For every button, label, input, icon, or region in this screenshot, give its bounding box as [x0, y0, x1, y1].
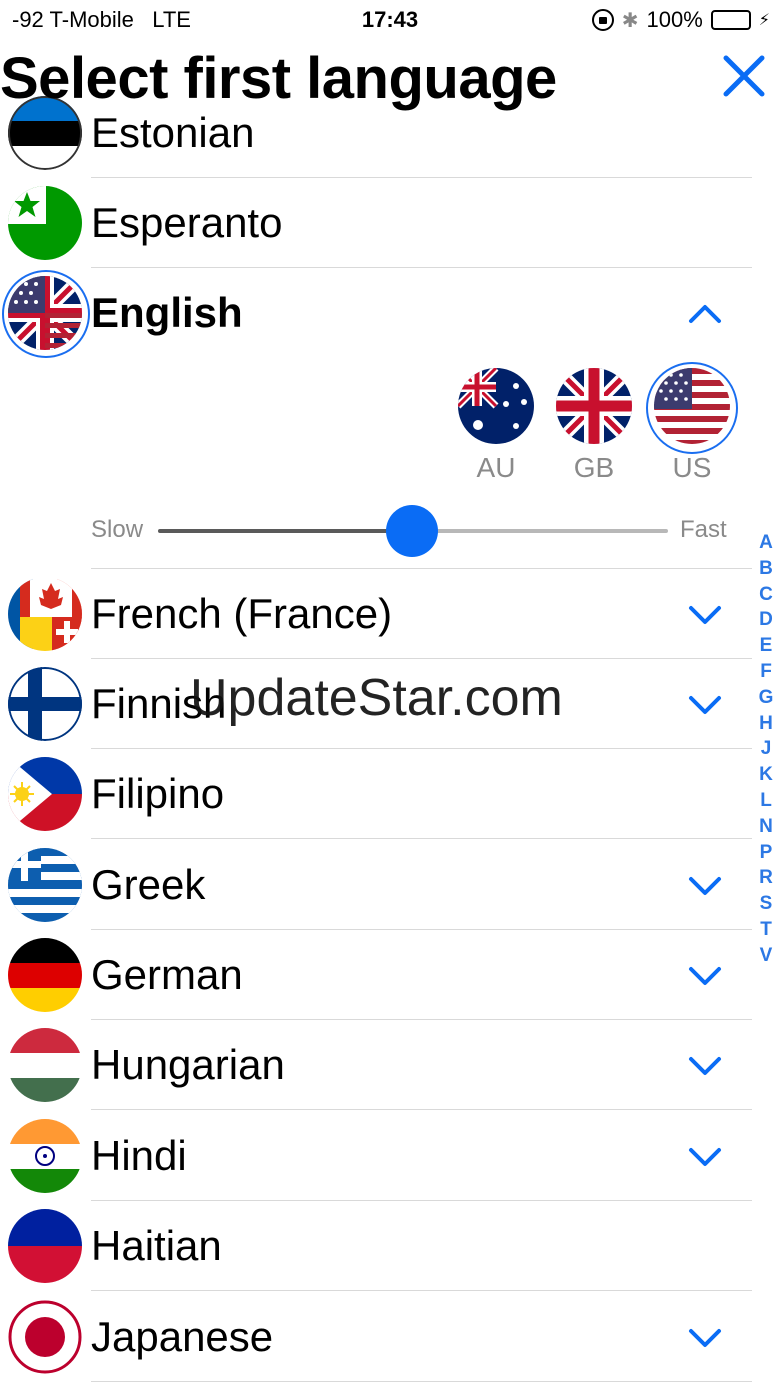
- chevron-up-icon[interactable]: [688, 301, 722, 325]
- speed-slider-thumb[interactable]: [386, 505, 438, 557]
- variant-us[interactable]: US: [646, 362, 738, 484]
- speed-slow-label: Slow: [91, 516, 144, 543]
- hindi-flag-icon: [8, 1119, 82, 1193]
- rotation-lock-icon: [591, 9, 614, 31]
- haitian-flag-icon: [8, 1209, 82, 1283]
- watermark: UpdateStar.com: [190, 669, 563, 727]
- language-label: German: [91, 951, 243, 998]
- separator: [91, 1290, 752, 1291]
- language-row-japanese[interactable]: Japanese: [0, 1292, 752, 1382]
- language-label: Hungarian: [91, 1041, 285, 1088]
- index-letter[interactable]: G: [754, 685, 778, 711]
- battery-percent: 100%: [646, 7, 703, 32]
- language-label: Haitian: [91, 1222, 222, 1269]
- index-letter[interactable]: K: [754, 762, 778, 788]
- alphabet-index[interactable]: A B C D E F G H J K L N P R S T V: [754, 530, 778, 969]
- separator: [91, 838, 752, 839]
- hungarian-flag-icon: [8, 1028, 82, 1102]
- french-flag-icon: [8, 577, 82, 651]
- index-letter[interactable]: F: [754, 659, 778, 685]
- index-letter[interactable]: P: [754, 840, 778, 866]
- speed-slider-track-min[interactable]: [158, 529, 412, 533]
- separator: [91, 1381, 752, 1382]
- language-row-hungarian[interactable]: Hungarian: [0, 1020, 752, 1110]
- filipino-flag-icon: [8, 757, 82, 831]
- index-letter[interactable]: N: [754, 814, 778, 840]
- language-row-english[interactable]: English: [0, 268, 752, 358]
- japanese-flag-icon: [8, 1300, 82, 1374]
- language-row-filipino[interactable]: Filipino: [0, 749, 752, 839]
- speed-fast-label: Fast: [680, 516, 727, 543]
- language-label: English: [91, 289, 243, 336]
- language-label: Esperanto: [91, 199, 283, 246]
- variant-au[interactable]: AU: [456, 368, 536, 484]
- chevron-down-icon[interactable]: [688, 1144, 722, 1168]
- greek-flag-icon: [8, 848, 82, 922]
- variant-label: US: [672, 452, 712, 483]
- battery-icon: [710, 10, 751, 30]
- chevron-down-icon[interactable]: [688, 1053, 722, 1077]
- status-bar: -92 T-Mobile LTE 17:43 ✱ 100% ⚡: [0, 0, 780, 40]
- finnish-flag-icon: [8, 667, 82, 741]
- chevron-down-icon[interactable]: [688, 692, 722, 716]
- variant-label: GB: [573, 452, 615, 483]
- status-icons: ✱ 100% ⚡: [591, 7, 770, 33]
- index-letter[interactable]: B: [754, 556, 778, 582]
- index-letter[interactable]: L: [754, 788, 778, 814]
- language-label: French (France): [91, 590, 393, 637]
- index-letter[interactable]: C: [754, 582, 778, 608]
- index-letter[interactable]: D: [754, 607, 778, 633]
- bluetooth-icon: ✱: [621, 9, 639, 32]
- language-row-esperanto[interactable]: Esperanto: [0, 178, 752, 268]
- selection-ring: [646, 362, 738, 454]
- chevron-down-icon[interactable]: [688, 963, 722, 987]
- uk-flag-icon: [556, 368, 632, 444]
- variant-gb[interactable]: GB: [554, 368, 634, 484]
- index-letter[interactable]: T: [754, 917, 778, 943]
- australia-flag-icon: [458, 368, 534, 444]
- chevron-down-icon[interactable]: [688, 602, 722, 626]
- german-flag-icon: [8, 938, 82, 1012]
- language-label: Hindi: [91, 1132, 187, 1179]
- esperanto-flag-icon: [8, 186, 82, 260]
- separator: [91, 1109, 752, 1110]
- close-icon[interactable]: [720, 52, 768, 100]
- index-letter[interactable]: V: [754, 943, 778, 969]
- chevron-down-icon[interactable]: [688, 873, 722, 897]
- chevron-down-icon[interactable]: [688, 1325, 722, 1349]
- page-title: Select first language: [0, 46, 557, 111]
- language-label: Greek: [91, 861, 206, 908]
- index-letter[interactable]: R: [754, 865, 778, 891]
- index-letter[interactable]: A: [754, 530, 778, 556]
- variant-label: AU: [476, 452, 516, 483]
- language-row-french[interactable]: French (France): [0, 569, 752, 659]
- language-row-greek[interactable]: Greek: [0, 840, 752, 930]
- language-row-german[interactable]: German: [0, 930, 752, 1020]
- language-label: Japanese: [91, 1313, 274, 1360]
- language-row-haitian[interactable]: Haitian: [0, 1201, 752, 1291]
- english-flag-icon: [8, 276, 82, 350]
- speed-slider-track-max[interactable]: [412, 529, 668, 533]
- index-letter[interactable]: E: [754, 633, 778, 659]
- index-letter[interactable]: H: [754, 711, 778, 737]
- index-letter[interactable]: J: [754, 736, 778, 762]
- index-letter[interactable]: S: [754, 891, 778, 917]
- language-row-hindi[interactable]: Hindi: [0, 1111, 752, 1201]
- charging-icon: ⚡: [758, 12, 770, 29]
- language-label: Filipino: [91, 770, 225, 817]
